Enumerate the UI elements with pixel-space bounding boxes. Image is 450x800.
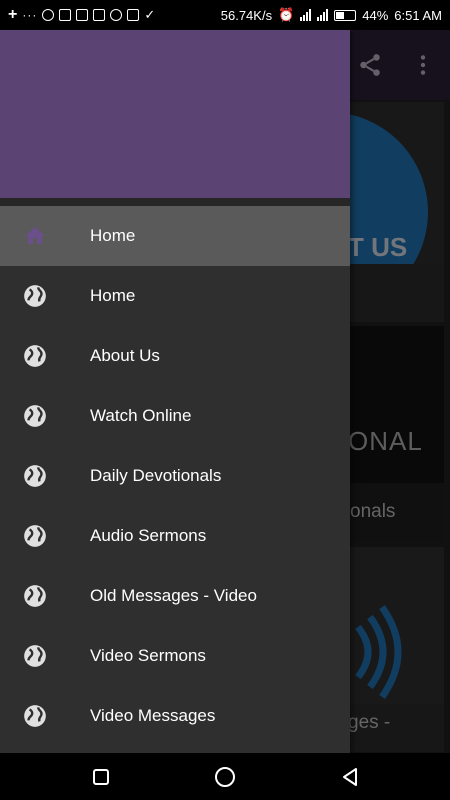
whatsapp-icon xyxy=(42,9,55,21)
menu-item-label: Audio Sermons xyxy=(90,526,207,545)
recents-button[interactable] xyxy=(88,764,114,790)
menu-item-label: Home xyxy=(90,286,136,305)
instagram-icon xyxy=(127,9,140,21)
triangle-back-icon xyxy=(343,768,357,786)
notification-icons: + ··· ✓ xyxy=(0,7,155,23)
globe-icon xyxy=(22,343,48,369)
menu-item-home[interactable]: Home xyxy=(0,266,350,326)
menu-item-label: Daily Devotionals xyxy=(90,466,222,485)
globe-icon xyxy=(22,583,48,609)
football-icon xyxy=(110,9,123,21)
home-button[interactable] xyxy=(212,764,238,790)
menu-item-daily-devotionals[interactable]: Daily Devotionals xyxy=(0,446,350,506)
back-button[interactable] xyxy=(337,764,363,790)
more-dots-icon: ··· xyxy=(22,8,38,22)
system-nav-bar xyxy=(0,753,450,800)
menu-item-old-messages-video[interactable]: Old Messages - Video xyxy=(0,566,350,626)
menu-item-watch-online[interactable]: Watch Online xyxy=(0,386,350,446)
menu-item-label: Video Messages xyxy=(90,706,216,725)
download-done-icon: ✓ xyxy=(144,7,156,22)
square-icon xyxy=(93,769,109,785)
drawer-divider xyxy=(0,198,350,206)
clock: 6:51 AM xyxy=(394,7,442,23)
globe-icon xyxy=(22,283,48,309)
menu-item-audio-sermons[interactable]: Audio Sermons xyxy=(0,506,350,566)
menu-item-label: About Us xyxy=(90,346,160,365)
menu-item-label: Watch Online xyxy=(90,406,192,425)
menu-item-video-messages[interactable]: Video Messages xyxy=(0,686,350,746)
globe-icon xyxy=(22,403,48,429)
battery-percent: 44% xyxy=(362,7,389,23)
globe-icon xyxy=(22,463,48,489)
menu-item-video-sermons[interactable]: Video Sermons xyxy=(0,626,350,686)
signal-icon xyxy=(300,9,312,21)
drawer-header xyxy=(0,30,350,198)
network-speed: 56.74K/s xyxy=(220,7,273,23)
battery-icon xyxy=(334,9,357,21)
messages-icon xyxy=(93,9,106,21)
menu-item-home-active[interactable]: Home xyxy=(0,206,350,266)
home-icon xyxy=(22,223,48,249)
menu-item-label: Home xyxy=(90,226,136,245)
status-bar: + ··· ✓ 56.74K/s ⏰ 44% 6:51 AM xyxy=(0,0,450,30)
youtube-icon xyxy=(76,9,89,21)
alarm-icon: ⏰ xyxy=(278,7,295,22)
plus-icon: + xyxy=(8,6,18,23)
globe-icon xyxy=(22,703,48,729)
globe-icon xyxy=(22,643,48,669)
gmail-icon xyxy=(59,9,72,21)
circle-icon xyxy=(215,767,235,787)
menu-item-label: Video Sermons xyxy=(90,646,206,665)
menu-item-about-us[interactable]: About Us xyxy=(0,326,350,386)
navigation-drawer: Home Home About Us Watch Online Daily De… xyxy=(0,30,350,753)
globe-icon xyxy=(22,523,48,549)
signal-2-icon xyxy=(317,9,329,21)
menu-item-label: Old Messages - Video xyxy=(90,586,257,605)
